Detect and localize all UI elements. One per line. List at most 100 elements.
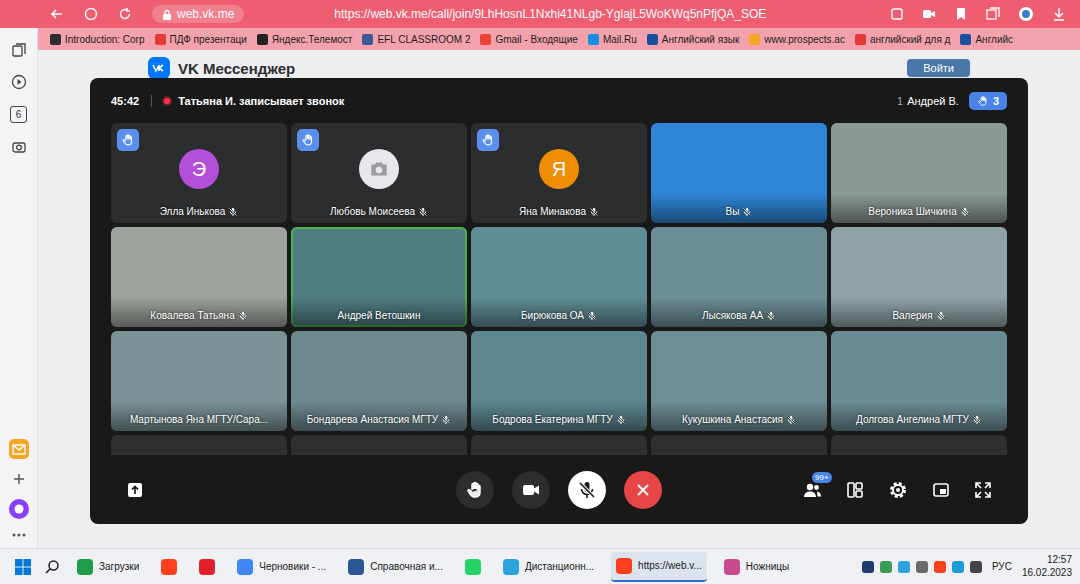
hand-icon — [977, 95, 989, 107]
app-icon — [465, 559, 481, 575]
bookmark[interactable]: Английский язык — [647, 34, 740, 45]
more-icon[interactable] — [11, 532, 27, 538]
back-icon[interactable] — [50, 7, 64, 21]
mic-off-icon — [589, 207, 599, 217]
raised-hands-badge[interactable]: 3 — [969, 92, 1007, 110]
clock[interactable]: 12:5716.02.2023 — [1022, 554, 1072, 579]
download-icon[interactable] — [1052, 7, 1066, 21]
microphone-button[interactable] — [568, 471, 606, 509]
fullscreen-icon[interactable] — [974, 481, 992, 499]
taskbar-app[interactable]: https://web.v... — [611, 552, 707, 582]
tray-icon[interactable] — [934, 561, 946, 573]
reload-icon[interactable] — [118, 7, 132, 21]
bookmark-icon — [480, 34, 491, 45]
participant-tile[interactable]: Вы — [651, 123, 827, 223]
windows-start-icon[interactable] — [14, 558, 32, 576]
speaker-count: 1 — [897, 95, 903, 107]
mic-off-icon — [786, 415, 796, 425]
bookmark-icon[interactable] — [954, 7, 968, 21]
participant-tile[interactable]: Валерия — [831, 227, 1007, 327]
login-button[interactable]: Войти — [907, 59, 970, 77]
taskbar-app[interactable]: Справочная и... — [343, 552, 448, 582]
participant-tile[interactable] — [291, 435, 467, 455]
bookmark-icon — [155, 34, 166, 45]
participant-tile[interactable]: Андрей Ветошкин — [291, 227, 467, 327]
page-header: VK МессенджерВойти — [38, 50, 1080, 78]
participant-tile[interactable] — [111, 435, 287, 455]
mic-off-icon — [577, 480, 597, 500]
participant-tile[interactable]: Любовь Моисеева — [291, 123, 467, 223]
bookmark[interactable]: английский для д — [855, 34, 951, 45]
yandex-icon[interactable] — [84, 7, 98, 21]
tray-icon[interactable] — [898, 561, 910, 573]
share-screen-icon[interactable] — [126, 481, 144, 499]
participant-tile[interactable]: Мартынова Яна МГТУ/Сара... — [111, 331, 287, 431]
bookmark[interactable]: www.prospects.ac — [749, 34, 845, 45]
participant-tile[interactable]: Бондарева Анастасия МГТУ — [291, 331, 467, 431]
taskbar-app[interactable] — [194, 552, 220, 582]
bookmark[interactable]: Introduction: Corp — [50, 34, 145, 45]
taskbar-app[interactable]: Дистанционн... — [498, 552, 599, 582]
participant-tile[interactable] — [831, 435, 1007, 455]
bookmark[interactable]: Яндекс.Телемост — [257, 34, 353, 45]
tray-icon[interactable] — [952, 561, 964, 573]
participants-button[interactable]: 99+ — [802, 481, 822, 499]
close-icon — [634, 481, 652, 499]
sidebar-badge[interactable]: 6 — [10, 106, 27, 123]
bookmark[interactable]: Mail.Ru — [588, 34, 637, 45]
language-indicator[interactable]: РУС — [992, 561, 1012, 572]
raise-hand-button[interactable] — [456, 471, 494, 509]
participant-tile[interactable]: Лысякова АА — [651, 227, 827, 327]
participant-tile[interactable]: Долгова Ангелина МГТУ — [831, 331, 1007, 431]
tray-icon[interactable] — [880, 561, 892, 573]
taskbar-app[interactable] — [460, 552, 486, 582]
end-call-button[interactable] — [624, 471, 662, 509]
camera-icon — [521, 480, 541, 500]
camera-button[interactable] — [512, 471, 550, 509]
participant-tile[interactable]: ЭЭлла Инькова — [111, 123, 287, 223]
participant-tile[interactable] — [471, 435, 647, 455]
bookmark[interactable]: Gmail - Входящие — [480, 34, 577, 45]
bookmark[interactable]: Английс — [960, 34, 1013, 45]
participant-tile[interactable]: Бодрова Екатерина МГТУ — [471, 331, 647, 431]
participant-tile[interactable]: Кукушкина Анастасия — [651, 331, 827, 431]
participant-tile[interactable]: Бирюкова ОА — [471, 227, 647, 327]
bookmark[interactable]: ПДФ презентаци — [155, 34, 247, 45]
participants-badge: 99+ — [812, 472, 832, 483]
taskbar-app[interactable] — [156, 552, 182, 582]
camera-icon[interactable] — [11, 139, 27, 155]
bookmark[interactable]: EFL CLASSROOM 2 — [362, 34, 470, 45]
tray-icon[interactable] — [862, 561, 874, 573]
search-icon[interactable] — [44, 559, 60, 575]
taskbar-app[interactable]: Черновики - ... — [232, 552, 331, 582]
address-bar[interactable]: https://web.vk.me/call/join/9LhHosnL1Nxh… — [334, 7, 766, 21]
call-controls: 99+ — [90, 455, 1028, 524]
mic-off-icon — [960, 207, 970, 217]
browser-content: Introduction: Corp ПДФ презентаци Яндекс.Т… — [38, 28, 1080, 548]
extension-icon[interactable] — [890, 7, 904, 21]
alice-icon[interactable] — [8, 498, 30, 520]
gear-icon[interactable] — [888, 480, 908, 500]
mic-off-icon — [238, 311, 248, 321]
layout-icon[interactable] — [846, 481, 864, 499]
participants-grid: ЭЭлла ИньковаЛюбовь МоисееваЯЯна Минаков… — [90, 123, 1028, 455]
participant-tile[interactable]: ЯЯна Минакова — [471, 123, 647, 223]
tabs-icon[interactable] — [986, 7, 1000, 21]
profile-icon[interactable] — [1018, 6, 1034, 22]
tray-icon[interactable] — [970, 561, 982, 573]
tray-icon[interactable] — [916, 561, 928, 573]
add-icon[interactable] — [12, 472, 26, 486]
mic-off-icon — [936, 311, 946, 321]
picture-in-picture-icon[interactable] — [932, 481, 950, 499]
taskbar-app[interactable]: Загрузки — [72, 552, 144, 582]
mail-icon[interactable] — [8, 438, 30, 460]
participant-tile[interactable]: Вероника Шичкина — [831, 123, 1007, 223]
site-chip[interactable]: web.vk.me — [152, 5, 244, 23]
taskbar-app[interactable]: Ножницы — [719, 552, 794, 582]
play-icon[interactable] — [11, 74, 27, 90]
collections-icon[interactable] — [11, 42, 27, 58]
video-icon[interactable] — [922, 7, 936, 21]
participant-tile[interactable] — [651, 435, 827, 455]
app-icon — [616, 558, 632, 574]
participant-tile[interactable]: Ковалева Татьяна — [111, 227, 287, 327]
